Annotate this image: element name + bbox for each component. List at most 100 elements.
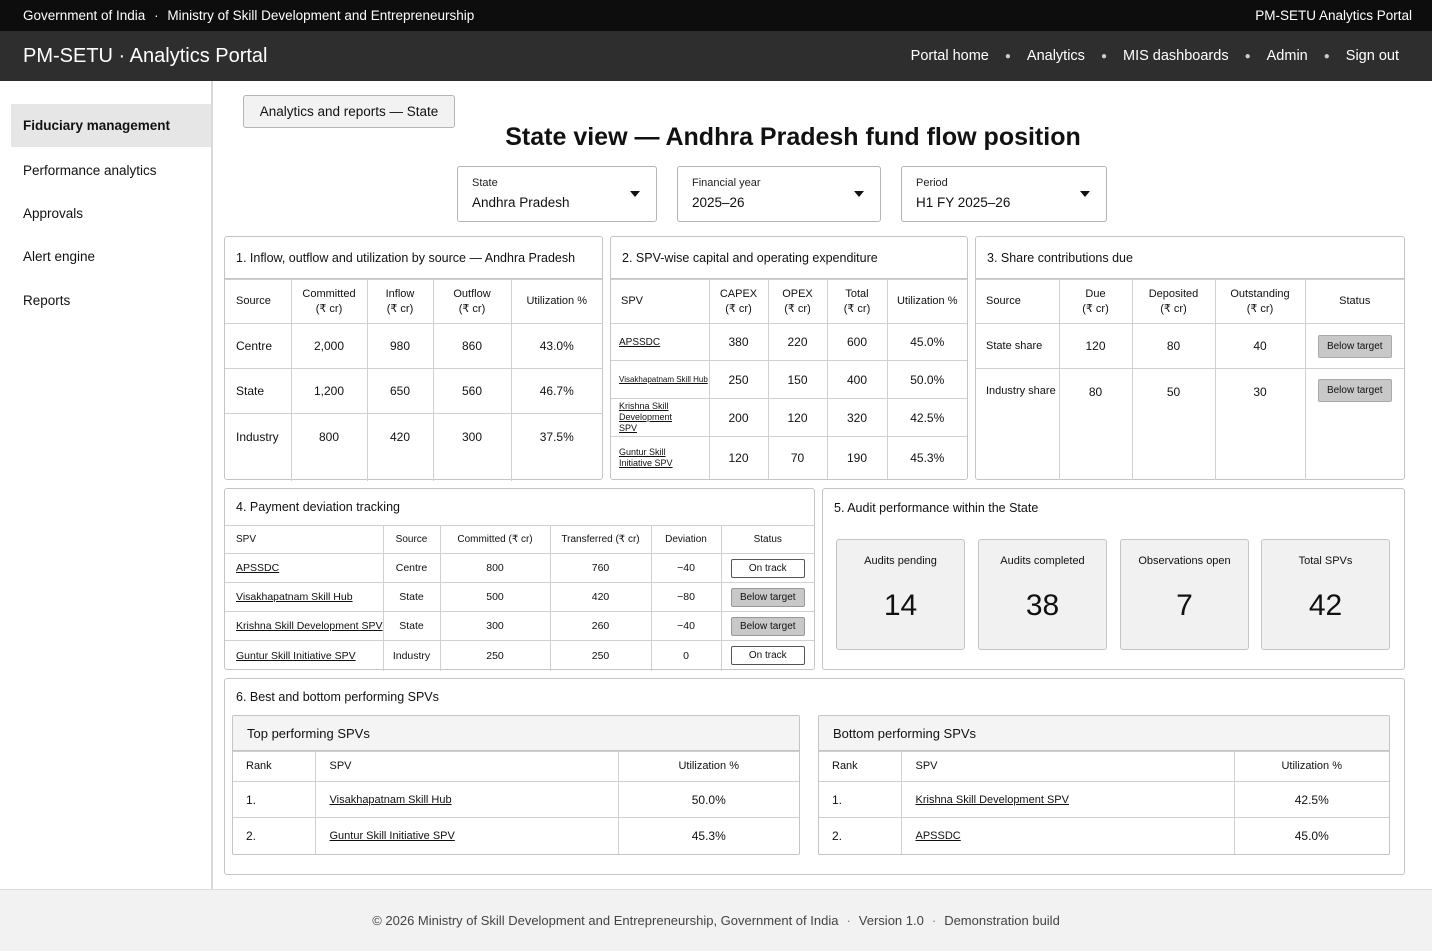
- cell-opex: 220: [767, 323, 828, 361]
- sidebar-item-alert-engine[interactable]: Alert engine: [11, 235, 211, 278]
- table-row: Visakhapatnam Skill Hub 250 150 400 50.0…: [611, 360, 967, 399]
- sidebar-item-approvals[interactable]: Approvals: [11, 192, 211, 235]
- nav-mis-dashboards[interactable]: MIS dashboards: [1123, 48, 1229, 64]
- panel-inflow-outflow: 1. Inflow, outflow and utilization by so…: [224, 236, 603, 481]
- cell-opex: 70: [767, 436, 828, 479]
- spv-link[interactable]: Visakhapatnam Skill Hub: [225, 582, 384, 612]
- panel-title: 5. Audit performance within the State: [834, 501, 1039, 515]
- cell-source: Industry: [382, 640, 441, 671]
- table-row: Guntur Skill Initiative SPV Industry 250…: [225, 640, 814, 671]
- share-contributions-table: Source Due (₹ cr) Deposited (₹ cr) Outstan…: [976, 279, 1404, 480]
- column-header: Utilization %: [617, 751, 799, 782]
- ministry-label: Ministry of Skill Development and Entrep…: [167, 8, 475, 23]
- panel-payment-deviation: 4. Payment deviation tracking SPV Source…: [224, 488, 815, 671]
- table-row: Krishna Skill Development SPV 200 120 32…: [611, 398, 967, 437]
- column-header: Committed (₹ cr): [290, 279, 368, 324]
- table-row: 2. APSSDC 45.0%: [819, 817, 1389, 854]
- cell-source: Industry share: [976, 368, 1060, 480]
- sidebar-item-fiduciary-management[interactable]: Fiduciary management: [11, 104, 211, 147]
- cell-total: 320: [826, 398, 888, 437]
- cell-transferred: 250: [549, 640, 652, 671]
- sidebar-item-performance-analytics[interactable]: Performance analytics: [11, 149, 211, 192]
- table-row: State 1,200 650 560 46.7%: [225, 368, 602, 414]
- column-header: SPV: [314, 751, 619, 782]
- column-header: Source: [225, 279, 292, 324]
- cell-utilization: 45.3%: [617, 817, 799, 854]
- spv-link[interactable]: APSSDC: [611, 323, 710, 361]
- cell-committed: 800: [439, 553, 551, 583]
- cell-utilization: 42.5%: [886, 398, 967, 437]
- status-badge: Below target: [730, 616, 805, 636]
- panel-title: 1. Inflow, outflow and utilization by so…: [225, 237, 602, 279]
- column-header: Rank: [233, 751, 316, 782]
- panel-spv-expenditure: 2. SPV-wise capital and operating expend…: [610, 236, 968, 480]
- nav-analytics[interactable]: Analytics: [1027, 48, 1085, 64]
- panel-title: 2. SPV-wise capital and operating expend…: [611, 237, 967, 279]
- cell-utilization: 46.7%: [510, 368, 602, 414]
- brand-title[interactable]: PM-SETU · Analytics Portal: [23, 45, 268, 68]
- financial-year-value: 2025–26: [692, 195, 745, 210]
- top-performing-spvs: Top performing SPVs Rank SPV Utilization…: [232, 715, 800, 855]
- payment-deviation-table: SPV Source Committed (₹ cr) Transferred …: [225, 525, 814, 671]
- table-row: 2. Guntur Skill Initiative SPV 45.3%: [233, 817, 799, 854]
- spv-link[interactable]: Guntur Skill Initiative SPV: [611, 436, 710, 479]
- spv-link[interactable]: APSSDC: [225, 553, 384, 583]
- panel-audit-performance: 5. Audit performance within the State Au…: [822, 488, 1405, 670]
- cell-utilization: 45.0%: [886, 323, 967, 361]
- nav-dot: ●: [1323, 50, 1330, 62]
- cell-inflow: 420: [366, 413, 434, 481]
- cell-transferred: 260: [549, 611, 652, 641]
- spv-link[interactable]: Guntur Skill Initiative SPV: [225, 640, 384, 671]
- nav-sign-out[interactable]: Sign out: [1346, 48, 1399, 64]
- spv-link[interactable]: APSSDC: [900, 817, 1235, 854]
- period-select[interactable]: Period H1 FY 2025–26: [901, 166, 1107, 222]
- cell-source: Industry: [225, 413, 292, 481]
- financial-year-select[interactable]: Financial year 2025–26: [677, 166, 881, 222]
- spv-link[interactable]: Guntur Skill Initiative SPV: [314, 817, 619, 854]
- spv-link[interactable]: Krishna Skill Development SPV: [225, 611, 384, 641]
- kpi-value: 7: [1176, 589, 1193, 622]
- sidebar-item-reports[interactable]: Reports: [11, 279, 211, 322]
- column-header: Deviation: [650, 525, 722, 554]
- panel-title: 4. Payment deviation tracking: [236, 500, 400, 514]
- cell-capex: 200: [708, 398, 769, 437]
- spv-link[interactable]: Visakhapatnam Skill Hub: [611, 360, 710, 399]
- column-header: Source: [382, 525, 441, 554]
- top-spvs-table: Rank SPV Utilization % 1. Visakhapatnam …: [233, 751, 799, 854]
- cell-status: On track: [720, 553, 814, 583]
- table-row: APSSDC 380 220 600 45.0%: [611, 323, 967, 361]
- cell-capex: 380: [708, 323, 769, 361]
- spv-link[interactable]: Visakhapatnam Skill Hub: [314, 781, 619, 818]
- government-bar: Government of India · Ministry of Skill …: [0, 0, 1432, 31]
- sub-panel-title: Bottom performing SPVs: [819, 716, 1389, 751]
- cell-transferred: 760: [549, 553, 652, 583]
- cell-outflow: 300: [432, 413, 512, 481]
- state-select-value: Andhra Pradesh: [472, 195, 570, 210]
- cell-outstanding: 40: [1214, 323, 1306, 369]
- table-row: Centre 2,000 980 860 43.0%: [225, 323, 602, 369]
- cell-utilization: 42.5%: [1233, 781, 1389, 818]
- spv-link[interactable]: Krishna Skill Development SPV: [611, 398, 710, 437]
- state-select[interactable]: State Andhra Pradesh: [457, 166, 657, 222]
- kpi-label: Audits completed: [1000, 555, 1085, 567]
- sub-panel-title: Top performing SPVs: [233, 716, 799, 751]
- panel-title: 3. Share contributions due: [976, 237, 1404, 279]
- cell-source: Centre: [382, 553, 441, 583]
- cell-inflow: 650: [366, 368, 434, 414]
- column-header: Total (₹ cr): [826, 279, 888, 324]
- column-header: Utilization %: [886, 279, 967, 324]
- column-header: Status: [720, 525, 814, 554]
- status-badge: On track: [730, 558, 805, 578]
- spv-link[interactable]: Krishna Skill Development SPV: [900, 781, 1235, 818]
- kpi-value: 38: [1025, 589, 1060, 622]
- nav-admin[interactable]: Admin: [1267, 48, 1308, 64]
- cell-status: Below target: [1304, 323, 1404, 369]
- cell-status: Below target: [720, 611, 814, 641]
- cell-utilization: 37.5%: [510, 413, 602, 481]
- financial-year-label: Financial year: [692, 177, 761, 189]
- cell-opex: 150: [767, 360, 828, 399]
- nav-portal-home[interactable]: Portal home: [911, 48, 989, 64]
- status-badge: Below target: [1317, 379, 1392, 402]
- cell-outflow: 560: [432, 368, 512, 414]
- kpi-audits-pending: Audits pending 14: [836, 539, 965, 650]
